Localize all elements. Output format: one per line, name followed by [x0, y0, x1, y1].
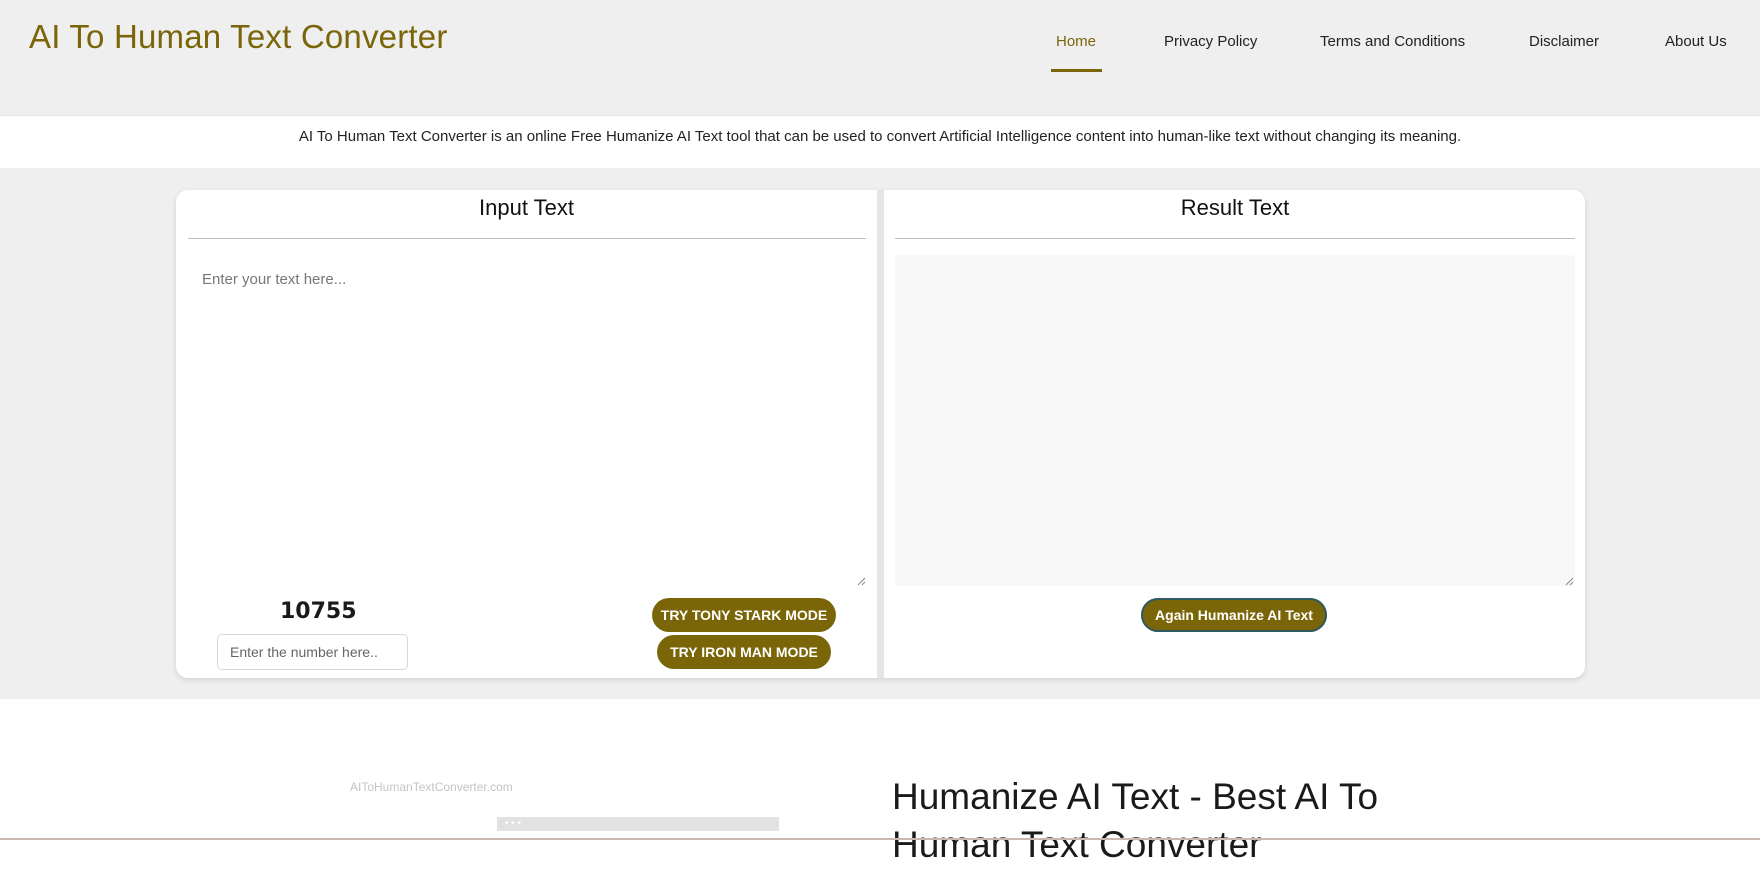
- input-panel-title: Input Text: [479, 195, 574, 220]
- number-input-placeholder: Enter the number here..: [230, 644, 378, 660]
- main-nav: Home Privacy Policy Terms and Conditions…: [0, 0, 1760, 115]
- word-counter: 10755: [280, 599, 357, 624]
- again-humanize-button[interactable]: Again Humanize AI Text: [1141, 598, 1327, 632]
- promo-bar-dots: • • •: [505, 818, 522, 829]
- nav-disclaimer[interactable]: Disclaimer: [1529, 33, 1599, 50]
- intro-text: AI To Human Text Converter is an online …: [298, 128, 1462, 145]
- panel-divider: [877, 190, 884, 678]
- input-resize-handle[interactable]: [856, 576, 866, 586]
- result-panel-title: Result Text: [1180, 195, 1290, 220]
- result-panel-rule: [895, 238, 1575, 239]
- section-heading: Humanize AI Text - Best AI To Human Text…: [892, 776, 1379, 865]
- nav-about-us[interactable]: About Us: [1665, 33, 1727, 50]
- result-textarea[interactable]: [895, 255, 1575, 586]
- nav-privacy-policy[interactable]: Privacy Policy: [1164, 33, 1257, 50]
- number-input[interactable]: Enter the number here..: [217, 634, 408, 670]
- promo-image-bar: • • •: [497, 817, 779, 831]
- input-textarea[interactable]: Enter your text here...: [188, 255, 865, 586]
- promo-image-caption: AIToHumanTextConverter.com: [350, 780, 513, 794]
- bottom-edge-line: [0, 838, 1760, 840]
- site-header: AI To Human Text Converter Home Privacy …: [0, 0, 1760, 115]
- nav-active-indicator: [1051, 69, 1102, 72]
- input-placeholder: Enter your text here...: [202, 271, 347, 288]
- result-resize-handle[interactable]: [1564, 576, 1574, 586]
- iron-man-mode-button[interactable]: TRY IRON MAN MODE: [657, 635, 831, 669]
- nav-terms-and-conditions[interactable]: Terms and Conditions: [1320, 33, 1465, 50]
- nav-home[interactable]: Home: [1056, 33, 1096, 50]
- intro-strip: AI To Human Text Converter is an online …: [0, 115, 1760, 169]
- input-panel-rule: [188, 238, 866, 239]
- tony-stark-mode-button[interactable]: TRY TONY STARK MODE: [652, 598, 836, 632]
